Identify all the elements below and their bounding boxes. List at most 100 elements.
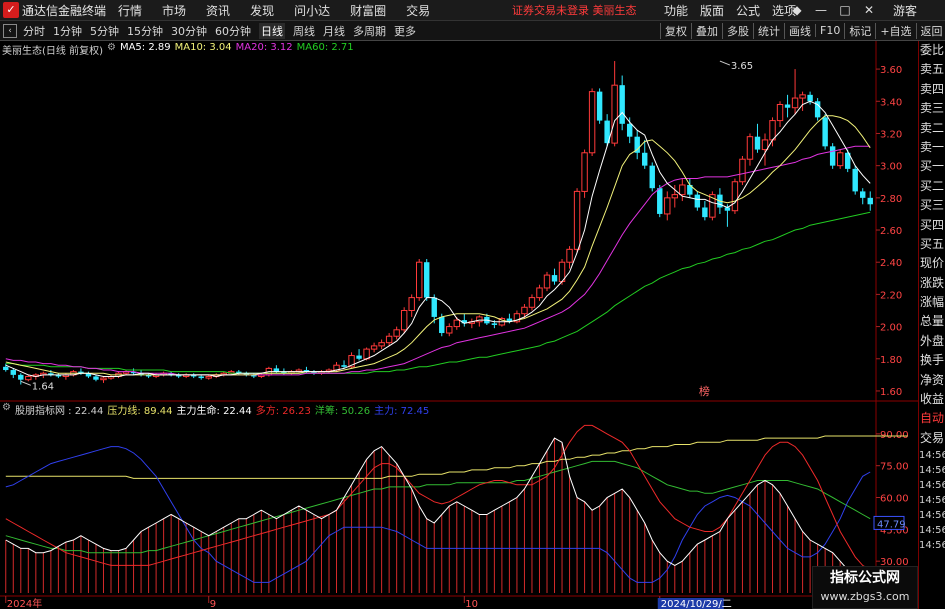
menu-trade[interactable]: 交易 xyxy=(406,2,430,19)
chart-tools: 复权 叠加 多股 统计 画线 F10 标记 +自选 返回 xyxy=(660,22,945,39)
side-net-assets[interactable]: 净资 xyxy=(919,371,945,390)
side-outer[interactable]: 外盘 xyxy=(919,332,945,351)
candle-body-up xyxy=(769,120,776,141)
tool-f10[interactable]: F10 xyxy=(815,24,844,37)
side-sell5[interactable]: 卖五 xyxy=(919,60,945,79)
settings-icon[interactable]: ⚙ xyxy=(107,42,116,56)
menu-market-quotes[interactable]: 行情 xyxy=(118,2,142,19)
period-more[interactable]: 更多 xyxy=(394,23,416,39)
side-change-pct[interactable]: 涨幅 xyxy=(919,293,945,312)
menu-ask-xiaoda[interactable]: 问小达 xyxy=(294,2,330,19)
period-multi[interactable]: 多周期 xyxy=(353,23,386,39)
candle-body-down xyxy=(439,316,445,334)
settings-icon[interactable]: ⚙ xyxy=(2,402,11,416)
side-buy1[interactable]: 买一 xyxy=(919,157,945,176)
guest-user[interactable]: 游客 xyxy=(893,2,917,19)
menu-bar: ✓ 通达信金融终端 行情 市场 资讯 发现 问小达 财富圈 交易 证券交易未登录… xyxy=(0,0,945,21)
candle-body-up xyxy=(566,248,573,263)
candle-body-down xyxy=(649,165,655,189)
side-buy5[interactable]: 买五 xyxy=(919,235,945,254)
app-title: 通达信金融终端 xyxy=(22,3,107,18)
side-buy4[interactable]: 买四 xyxy=(919,216,945,235)
site-watermark: 指标公式网 www.zbgs3.com xyxy=(812,566,918,609)
skin-icon[interactable]: ◆ xyxy=(789,2,805,18)
chart-area[interactable]: 3.60 3.40 3.20 3.00 2.80 2.60 2.40 2.20 2.00 1.80… xyxy=(0,41,918,609)
tool-add-watchlist[interactable]: +自选 xyxy=(875,22,915,39)
indicator-name-label[interactable]: 股朋指标网 : 22.44 xyxy=(15,402,103,417)
main-force-label: 主力: 72.45 xyxy=(374,406,430,417)
side-volume[interactable]: 总量 xyxy=(919,312,945,331)
candle-body-up xyxy=(799,94,806,99)
right-menu: 功能 版面 公式 选项 xyxy=(664,2,808,19)
tick-time: 14:56 xyxy=(919,465,945,477)
period-intraday[interactable]: 分时 xyxy=(23,23,45,39)
side-sell3[interactable]: 卖三 xyxy=(919,99,945,118)
candle-body-up xyxy=(664,197,671,215)
menu-layout[interactable]: 版面 xyxy=(700,2,724,19)
side-buy3[interactable]: 买三 xyxy=(919,196,945,215)
date-tick-label: 9 xyxy=(210,599,216,609)
back-icon[interactable]: ‹ xyxy=(3,23,17,38)
tool-overlay[interactable]: 叠加 xyxy=(691,22,722,39)
candle-body-down xyxy=(702,207,708,218)
period-30min[interactable]: 30分钟 xyxy=(171,23,207,39)
maximize-icon[interactable]: □ xyxy=(837,2,853,18)
period-15min[interactable]: 15分钟 xyxy=(127,23,163,39)
price-tick-label: 3.40 xyxy=(880,97,902,108)
candle-body-up xyxy=(588,91,596,154)
menu-wealth-circle[interactable]: 财富圈 xyxy=(350,2,386,19)
tool-return[interactable]: 返回 xyxy=(915,22,945,39)
price-tick-label: 2.80 xyxy=(880,194,902,205)
period-1min[interactable]: 1分钟 xyxy=(53,23,82,39)
side-trade[interactable]: 交易 xyxy=(919,429,945,448)
tool-draw[interactable]: 画线 xyxy=(784,22,815,39)
side-turnover[interactable]: 换手 xyxy=(919,351,945,370)
menu-market[interactable]: 市场 xyxy=(162,2,186,19)
side-bid-ratio[interactable]: 委比 xyxy=(919,41,945,60)
candle-body-up xyxy=(400,309,408,331)
candle-body-up xyxy=(408,297,415,311)
trade-login-status[interactable]: 证券交易未登录 美丽生态 xyxy=(512,2,637,18)
side-sell4[interactable]: 卖四 xyxy=(919,80,945,99)
tool-adjust[interactable]: 复权 xyxy=(660,22,691,39)
side-auto[interactable]: 自动 xyxy=(919,409,945,428)
indicator-tick-label: 60.00 xyxy=(880,494,909,505)
candle-body-up xyxy=(370,345,378,350)
tool-multi-stock[interactable]: 多股 xyxy=(722,22,753,39)
side-sell1[interactable]: 卖一 xyxy=(919,138,945,157)
tick-time: 14:56 xyxy=(919,510,945,522)
tool-mark[interactable]: 标记 xyxy=(844,22,875,39)
side-sell2[interactable]: 卖二 xyxy=(919,119,945,138)
tool-statistics[interactable]: 统计 xyxy=(753,22,784,39)
price-tick-label: 3.00 xyxy=(880,162,902,173)
close-icon[interactable]: ✕ xyxy=(861,2,877,18)
candle-body-down xyxy=(3,366,9,371)
life-label: 主力生命: 22.44 xyxy=(176,406,252,417)
menu-functions[interactable]: 功能 xyxy=(664,2,688,19)
side-buy2[interactable]: 买二 xyxy=(919,177,945,196)
candle-body-down xyxy=(551,275,558,282)
period-60min[interactable]: 60分钟 xyxy=(215,23,251,39)
candle-body-up xyxy=(363,348,370,360)
price-tick-label: 1.60 xyxy=(880,387,902,398)
side-change[interactable]: 涨跌 xyxy=(919,274,945,293)
candle-body-up xyxy=(528,297,536,308)
minimize-icon[interactable]: — xyxy=(813,2,829,18)
price-marker-label: 1.64 xyxy=(32,381,54,392)
side-price[interactable]: 现价 xyxy=(919,254,945,273)
side-earnings[interactable]: 收益 xyxy=(919,390,945,409)
period-monthly[interactable]: 月线 xyxy=(323,23,345,39)
menu-discover[interactable]: 发现 xyxy=(250,2,274,19)
window-controls: ◆ — □ ✕ xyxy=(789,2,877,18)
candle-body-down xyxy=(491,323,498,325)
stock-name-label[interactable]: 美丽生态(日线 前复权) xyxy=(2,42,103,57)
period-weekly[interactable]: 周线 xyxy=(293,23,315,39)
price-tick-label: 2.60 xyxy=(880,226,902,237)
period-daily[interactable]: 日线 xyxy=(259,22,285,39)
current-value-label: 47.79 xyxy=(877,519,906,530)
ma10-label: MA10: 3.04 xyxy=(174,42,232,53)
menu-formula[interactable]: 公式 xyxy=(736,2,760,19)
period-5min[interactable]: 5分钟 xyxy=(90,23,119,39)
candle-body-down xyxy=(807,94,813,102)
menu-news[interactable]: 资讯 xyxy=(206,2,230,19)
